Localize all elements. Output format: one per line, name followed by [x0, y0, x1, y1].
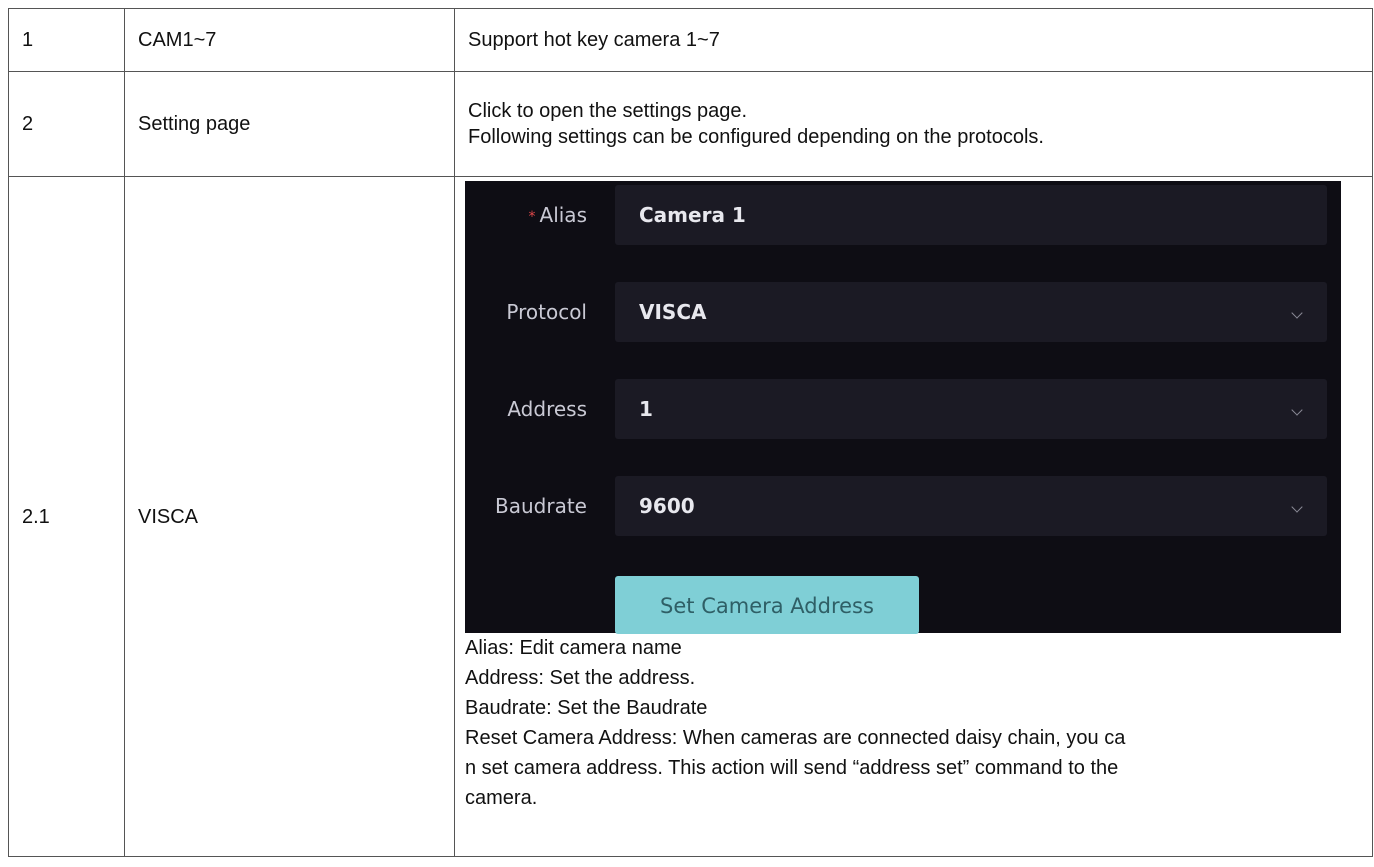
note-line: Alias: Edit camera name [465, 637, 682, 659]
alias-input[interactable]: Camera 1 [615, 185, 1327, 245]
chevron-down-icon [1291, 404, 1303, 416]
address-row: Address 1 [465, 379, 1341, 439]
protocol-row: Protocol VISCA [465, 282, 1341, 342]
table-row: 2 Setting page Click to open the setting… [8, 71, 1373, 177]
chevron-down-icon [1291, 307, 1303, 319]
set-camera-address-button[interactable]: Set Camera Address [615, 576, 919, 634]
row-description: Click to open the settings page. Followi… [454, 71, 1373, 177]
required-mark: * [528, 209, 536, 225]
row-name: CAM1~7 [124, 8, 455, 72]
note-line: Reset Camera Address: When cameras are c… [465, 727, 1126, 749]
description-line: Following settings can be configured dep… [468, 126, 1044, 148]
row-description: Support hot key camera 1~7 [454, 8, 1373, 72]
notes: Alias: Edit camera name Address: Set the… [465, 633, 1372, 813]
row-name: Setting page [124, 71, 455, 177]
protocol-value: VISCA [639, 300, 707, 324]
address-label: Address [507, 397, 587, 421]
row-name: VISCA [124, 176, 455, 857]
table-row: 1 CAM1~7 Support hot key camera 1~7 [8, 8, 1373, 72]
protocol-select[interactable]: VISCA [615, 282, 1327, 342]
row-description: * Alias Camera 1 Protocol VISCA Address 1 [454, 176, 1373, 857]
baudrate-value: 9600 [639, 494, 695, 518]
address-value: 1 [639, 397, 653, 421]
row-number: 2.1 [8, 176, 125, 857]
row-number: 2 [8, 71, 125, 177]
row-number: 1 [8, 8, 125, 72]
address-select[interactable]: 1 [615, 379, 1327, 439]
alias-label: * Alias [528, 203, 587, 227]
note-line: Baudrate: Set the Baudrate [465, 697, 708, 719]
description-line: Click to open the settings page. [468, 100, 748, 122]
chevron-down-icon [1291, 501, 1303, 513]
baudrate-row: Baudrate 9600 [465, 476, 1341, 536]
note-line: Address: Set the address. [465, 667, 696, 689]
baudrate-select[interactable]: 9600 [615, 476, 1327, 536]
baudrate-label: Baudrate [495, 494, 587, 518]
settings-panel-screenshot: * Alias Camera 1 Protocol VISCA Address 1 [465, 181, 1341, 634]
spec-table: 1 CAM1~7 Support hot key camera 1~7 2 Se… [8, 8, 1373, 857]
alias-row: * Alias Camera 1 [465, 185, 1341, 245]
table-row: 2.1 VISCA * Alias Camera 1 Protocol VISCA… [8, 176, 1373, 857]
note-line: n set camera address. This action will s… [465, 757, 1119, 779]
protocol-label: Protocol [506, 300, 587, 324]
note-line: camera. [465, 787, 538, 809]
